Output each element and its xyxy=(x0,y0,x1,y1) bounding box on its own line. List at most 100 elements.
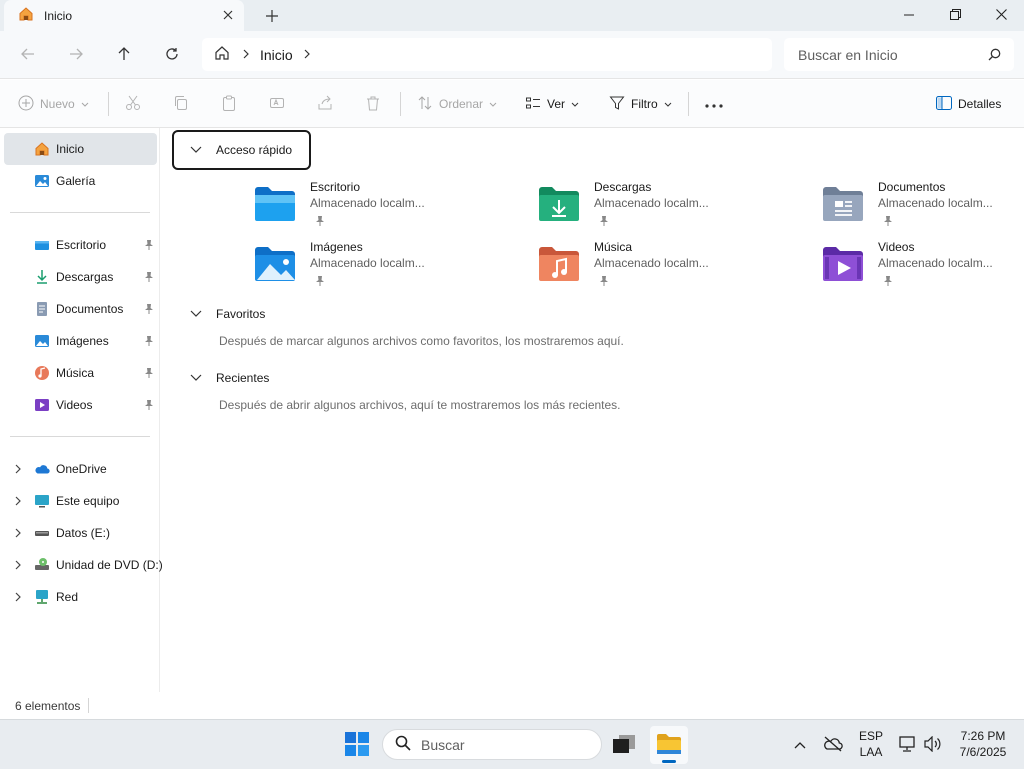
details-button[interactable]: Detalles xyxy=(936,92,1001,116)
chevron-right-icon[interactable] xyxy=(303,48,311,62)
minimize-button[interactable] xyxy=(886,0,932,31)
volume-button[interactable] xyxy=(920,720,946,769)
chevron-down-icon xyxy=(81,97,89,111)
more-options-button[interactable] xyxy=(705,92,723,116)
close-icon xyxy=(995,8,1007,23)
chevron-right-icon[interactable] xyxy=(14,591,22,605)
quick-access-item-videos[interactable]: Videos Almacenado localm... xyxy=(821,240,1024,296)
search-input[interactable]: Buscar en Inicio xyxy=(798,47,984,63)
pin-icon[interactable] xyxy=(144,303,154,318)
separator xyxy=(400,92,401,116)
sidebar-item-datos[interactable]: Datos (E:) xyxy=(4,517,157,549)
title-bar: Inicio xyxy=(0,0,1024,31)
close-button[interactable] xyxy=(978,0,1024,31)
up-button[interactable] xyxy=(110,41,138,69)
scissors-icon xyxy=(125,95,141,114)
home-icon xyxy=(34,141,50,157)
filter-button[interactable]: Filtro xyxy=(609,92,672,116)
sidebar-item-este-equipo[interactable]: Este equipo xyxy=(4,485,157,517)
forward-button[interactable] xyxy=(62,41,90,69)
quick-access-item-documentos[interactable]: Documentos Almacenado localm... xyxy=(821,180,1024,236)
breadcrumb-inicio[interactable]: Inicio xyxy=(260,47,293,63)
search-box[interactable]: Buscar en Inicio xyxy=(784,38,1014,71)
taskbar-search-input[interactable]: Buscar xyxy=(421,737,465,753)
item-name: Videos xyxy=(878,240,915,254)
sidebar-item-label: Este equipo xyxy=(56,494,120,508)
sidebar-item-label: Escritorio xyxy=(56,238,107,252)
section-header-favorites[interactable]: Favoritos xyxy=(174,294,374,334)
chevron-right-icon[interactable] xyxy=(242,48,250,62)
show-hidden-icons-button[interactable] xyxy=(788,720,812,769)
view-label: Ver xyxy=(547,97,566,111)
start-button[interactable] xyxy=(338,726,376,764)
copy-button[interactable] xyxy=(173,92,189,116)
pin-icon xyxy=(599,215,609,230)
pin-icon[interactable] xyxy=(144,367,154,382)
sidebar-item-galeria[interactable]: Galería xyxy=(4,165,157,197)
window-tab[interactable]: Inicio xyxy=(4,0,244,31)
cloud-status-button[interactable] xyxy=(820,720,846,769)
sidebar-divider xyxy=(10,436,150,437)
sidebar-item-inicio[interactable]: Inicio xyxy=(4,133,157,165)
paste-button[interactable] xyxy=(221,92,237,116)
chevron-right-icon[interactable] xyxy=(14,559,22,573)
chevron-right-icon[interactable] xyxy=(14,495,22,509)
file-explorer-icon xyxy=(656,733,682,758)
address-bar[interactable]: Inicio xyxy=(202,38,772,71)
chevron-right-icon[interactable] xyxy=(14,463,22,477)
share-button[interactable] xyxy=(317,92,333,116)
new-button[interactable]: Nuevo xyxy=(18,92,89,116)
chevron-right-icon[interactable] xyxy=(14,527,22,541)
section-header-quick-access[interactable]: Acceso rápido xyxy=(172,130,311,170)
desktop-icon xyxy=(34,237,50,253)
back-button[interactable] xyxy=(14,41,42,69)
network-status-button[interactable] xyxy=(896,720,920,769)
sidebar-item-documentos[interactable]: Documentos xyxy=(4,293,157,325)
item-name: Documentos xyxy=(878,180,946,194)
sidebar-item-descargas[interactable]: Descargas xyxy=(4,261,157,293)
status-bar: 6 elementos xyxy=(0,692,1024,719)
tab-close-icon[interactable] xyxy=(220,7,236,23)
sidebar-item-musica[interactable]: Música xyxy=(4,357,157,389)
pin-icon[interactable] xyxy=(144,239,154,254)
quick-access-item-descargas[interactable]: Descargas Almacenado localm... xyxy=(537,180,807,236)
cloud-off-icon xyxy=(823,736,843,755)
section-header-recent[interactable]: Recientes xyxy=(174,358,374,398)
keyboard-layout: LAA xyxy=(859,745,883,759)
sidebar-item-imagenes[interactable]: Imágenes xyxy=(4,325,157,357)
clock[interactable]: 7:26 PM 7/6/2025 xyxy=(948,728,1018,760)
pin-icon[interactable] xyxy=(144,335,154,350)
quick-access-item-imagenes[interactable]: Imágenes Almacenado localm... xyxy=(253,240,523,296)
delete-button[interactable] xyxy=(365,92,381,116)
sidebar-item-red[interactable]: Red xyxy=(4,581,157,613)
file-explorer-taskbar-button[interactable] xyxy=(650,726,688,764)
rename-button[interactable] xyxy=(269,92,285,116)
quick-access-item-escritorio[interactable]: Escritorio Almacenado localm... xyxy=(253,180,523,236)
share-icon xyxy=(317,95,333,114)
refresh-icon xyxy=(165,47,179,64)
sidebar-item-dvd[interactable]: Unidad de DVD (D:) xyxy=(4,549,163,581)
sidebar-item-videos[interactable]: Videos xyxy=(4,389,157,421)
command-bar: Nuevo Ordenar Ver Filtro Detalles xyxy=(0,80,1024,128)
language-indicator[interactable]: ESP LAA xyxy=(854,728,888,760)
item-name: Escritorio xyxy=(310,180,361,194)
view-button[interactable]: Ver xyxy=(525,92,579,116)
restore-button[interactable] xyxy=(932,0,978,31)
sidebar-item-label: Descargas xyxy=(56,270,114,284)
cut-button[interactable] xyxy=(125,92,141,116)
home-outline-icon[interactable] xyxy=(214,45,230,64)
pin-icon[interactable] xyxy=(144,271,154,286)
sort-button[interactable]: Ordenar xyxy=(417,92,497,116)
task-view-button[interactable] xyxy=(605,726,643,764)
pin-icon[interactable] xyxy=(144,399,154,414)
sidebar-item-escritorio[interactable]: Escritorio xyxy=(4,229,157,261)
new-tab-button[interactable] xyxy=(262,6,282,26)
restore-icon xyxy=(949,8,961,23)
taskbar-search[interactable]: Buscar xyxy=(382,729,602,760)
dvd-drive-icon xyxy=(34,557,50,573)
refresh-button[interactable] xyxy=(158,41,186,69)
sidebar-item-onedrive[interactable]: OneDrive xyxy=(4,453,157,485)
quick-access-item-musica[interactable]: Música Almacenado localm... xyxy=(537,240,807,296)
language-code: ESP xyxy=(858,729,883,743)
documents-icon xyxy=(34,301,50,317)
